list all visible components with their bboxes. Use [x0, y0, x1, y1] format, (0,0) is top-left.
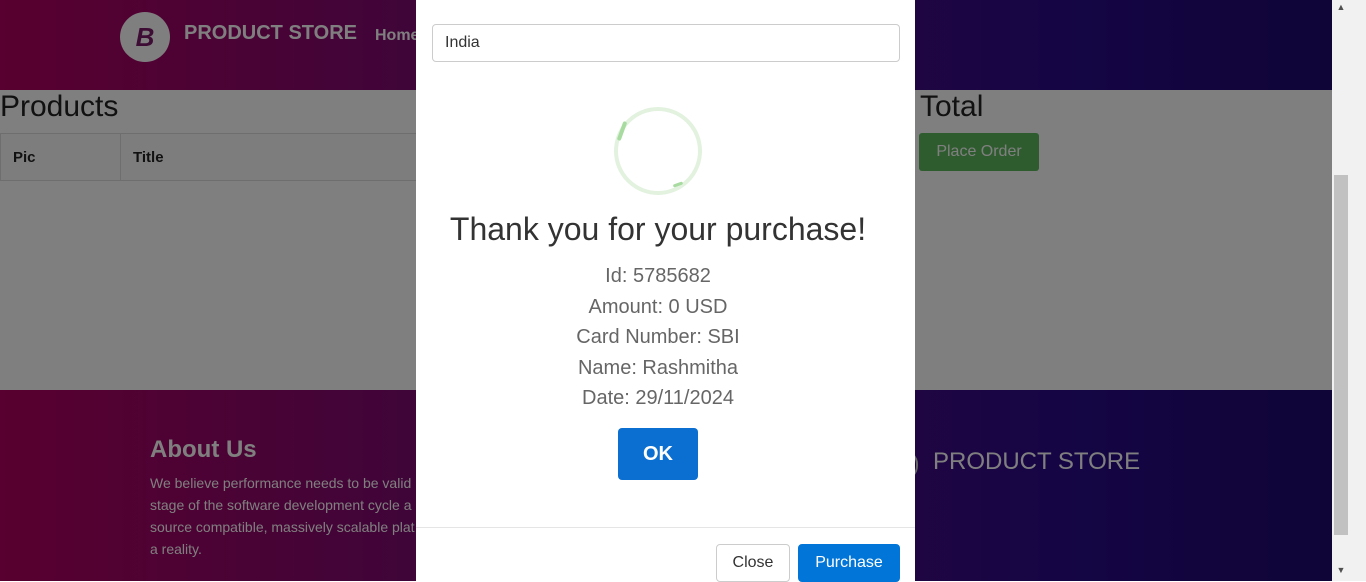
country-input[interactable]: India — [432, 24, 900, 62]
order-id: Id: 5785682 — [605, 265, 711, 287]
order-amount: Amount: 0 USD — [588, 295, 728, 318]
alert-details: Id: 5785682 Amount: 0 USD Card Number: S… — [417, 261, 899, 414]
success-check-icon — [614, 107, 702, 195]
customer-name: Name: Rashmitha — [577, 356, 739, 379]
purchase-success-alert: Thank you for your purchase! Id: 5785682… — [417, 71, 915, 501]
scrollbar-thumb[interactable] — [1334, 175, 1348, 535]
scroll-down-arrow-icon[interactable]: ▼ — [1333, 565, 1349, 579]
success-icon-arc — [672, 181, 684, 188]
order-date: Date: 29/11/2024 — [582, 387, 734, 409]
ok-button[interactable]: OK — [618, 428, 698, 480]
scroll-up-arrow-icon[interactable]: ▲ — [1333, 2, 1349, 16]
success-icon-arc — [616, 120, 628, 142]
close-button[interactable]: Close — [716, 544, 790, 582]
purchase-button[interactable]: Purchase — [798, 544, 900, 582]
modal-footer: Close Purchase — [416, 527, 915, 582]
alert-title: Thank you for your purchase! — [449, 211, 867, 247]
card-number: Card Number: SBI — [576, 326, 740, 348]
